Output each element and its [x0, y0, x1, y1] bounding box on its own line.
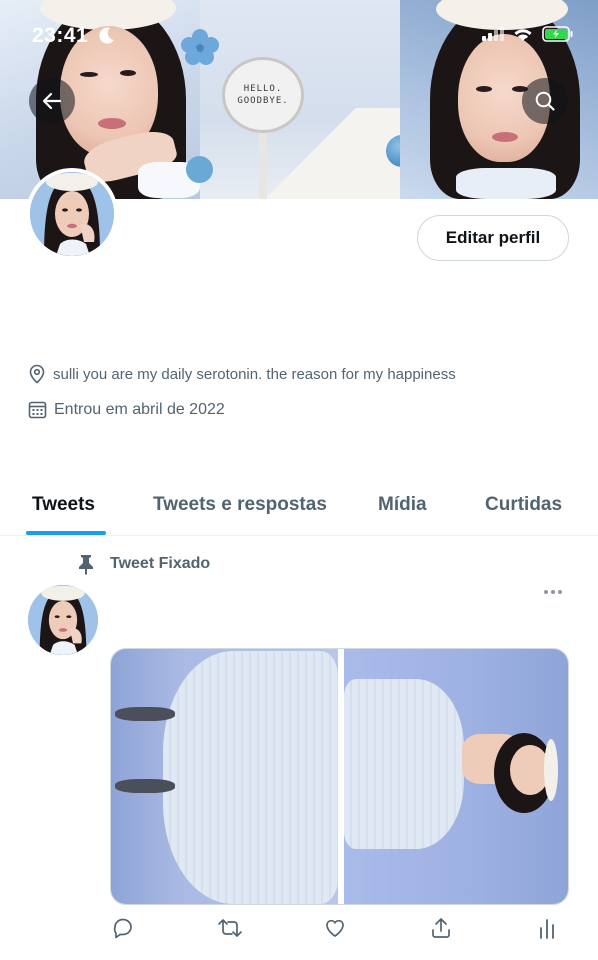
analytics-button[interactable] [533, 914, 561, 942]
tab-likes[interactable]: Curtidas [485, 494, 562, 516]
moon-icon [99, 27, 114, 44]
retweet-button[interactable] [216, 914, 244, 942]
profile-avatar[interactable] [26, 168, 118, 260]
tweet-image-2[interactable] [344, 649, 568, 904]
back-button[interactable] [29, 78, 75, 124]
active-tab-indicator [26, 531, 106, 535]
status-time: 23:41 [32, 24, 89, 47]
location-pin-icon [29, 364, 45, 384]
profile-joined-date: Entrou em abril de 2022 [54, 400, 225, 418]
profile-location-row: sulli you are my daily serotonin. the re… [28, 364, 456, 384]
search-icon [535, 91, 555, 111]
pinned-tweet-label: Tweet Fixado [76, 553, 210, 575]
search-button[interactable] [522, 78, 568, 124]
tweet-action-bar [0, 914, 598, 946]
banner-sign-pole [259, 130, 267, 199]
banner-eye-left-2 [120, 70, 136, 76]
button-sticker-x [186, 156, 213, 183]
share-icon [432, 918, 450, 938]
tab-tweets-and-replies[interactable]: Tweets e respostas [153, 494, 327, 516]
pinned-tweet-text: Tweet Fixado [110, 555, 211, 572]
reply-icon [113, 918, 132, 939]
share-button[interactable] [427, 914, 455, 942]
wifi-icon [514, 29, 532, 41]
shoe-1 [115, 707, 175, 721]
banner-eye-left-1 [80, 72, 98, 77]
figure-headband [544, 739, 558, 801]
like-button[interactable] [321, 914, 349, 942]
status-indicators [482, 26, 574, 42]
flower-sticker [181, 29, 219, 65]
tweet-image-1[interactable] [111, 649, 338, 904]
analytics-icon [540, 919, 554, 939]
banner-top-right [456, 168, 556, 199]
avatar-portrait-small [28, 585, 98, 655]
pin-icon [79, 555, 93, 575]
like-icon [326, 919, 344, 937]
tweet-media-grid[interactable] [110, 648, 569, 905]
avatar-portrait [30, 172, 114, 256]
banner-lip-left [98, 118, 126, 129]
signal-icon [482, 27, 504, 41]
battery-charging-icon [542, 26, 573, 42]
profile-joined-row: Entrou em abril de 2022 [28, 400, 225, 419]
dress-left [163, 651, 338, 904]
more-options-icon[interactable] [544, 590, 562, 594]
dress-right [344, 679, 464, 849]
sign-line-1: HELLO. [243, 84, 283, 94]
reply-button[interactable] [109, 914, 137, 942]
sign-line-2: GOODBYE. [237, 96, 289, 106]
arrow-left-icon [42, 92, 62, 110]
retweet-icon [218, 919, 242, 937]
banner-sign: HELLO. GOODBYE. [222, 57, 304, 133]
profile-banner[interactable]: HELLO. GOODBYE. 23:41 [0, 0, 598, 199]
banner-lip-right [492, 132, 518, 142]
edit-profile-button[interactable]: Editar perfil [417, 215, 569, 261]
tab-tweets[interactable]: Tweets [32, 494, 95, 516]
calendar-icon [28, 401, 47, 419]
profile-location: sulli you are my daily serotonin. the re… [53, 365, 456, 383]
tweet-author-avatar[interactable] [28, 585, 98, 655]
shoe-2 [115, 779, 175, 793]
profile-tabs: Tweets Tweets e respostas Mídia Curtidas [0, 478, 598, 536]
banner-eye-right-1 [476, 86, 492, 92]
tab-media[interactable]: Mídia [378, 494, 427, 516]
